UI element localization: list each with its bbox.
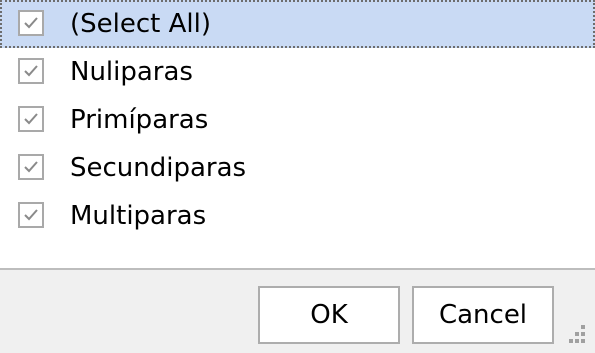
ok-button[interactable]: OK [258, 286, 400, 344]
list-item[interactable]: Multiparas [0, 192, 595, 240]
cancel-button[interactable]: Cancel [412, 286, 554, 344]
checkbox[interactable] [18, 154, 44, 180]
checkmark-icon [24, 17, 38, 29]
checkbox[interactable] [18, 106, 44, 132]
list-item-label: Nuliparas [70, 57, 193, 87]
checkbox[interactable] [18, 10, 44, 36]
dialog-footer: OK Cancel [0, 268, 595, 353]
checkbox[interactable] [18, 202, 44, 228]
filter-dropdown-panel: (Select All) Nuliparas Primíparas Secund… [0, 0, 595, 353]
checkmark-icon [24, 113, 38, 125]
list-item-label: (Select All) [70, 9, 211, 39]
list-item-select-all[interactable]: (Select All) [0, 0, 595, 48]
checkbox[interactable] [18, 58, 44, 84]
list-item[interactable]: Nuliparas [0, 48, 595, 96]
resize-grip-icon[interactable] [563, 321, 587, 345]
checkmark-icon [24, 209, 38, 221]
list-item[interactable]: Secundiparas [0, 144, 595, 192]
list-item-label: Secundiparas [70, 153, 247, 183]
checkmark-icon [24, 65, 38, 77]
filter-value-list: (Select All) Nuliparas Primíparas Secund… [0, 0, 595, 268]
list-item[interactable]: Primíparas [0, 96, 595, 144]
list-item-label: Primíparas [70, 105, 209, 135]
checkmark-icon [24, 161, 38, 173]
list-item-label: Multiparas [70, 201, 207, 231]
